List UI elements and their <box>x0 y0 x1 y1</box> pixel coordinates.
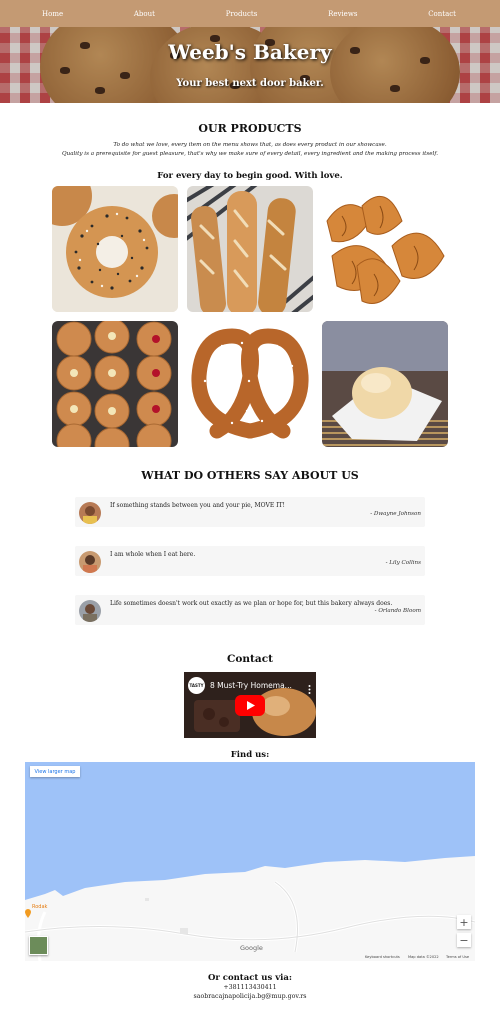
review-quote: I am whole when I eat here. <box>110 551 196 558</box>
google-map-embed[interactable]: View larger map Rodak Google + − Keyboar… <box>25 762 475 961</box>
top-nav: Home About Products Reviews Contact <box>0 0 500 27</box>
product-image-bagel <box>52 186 178 312</box>
nav-home-link[interactable]: Home <box>42 10 63 18</box>
channel-avatar[interactable]: TASTY <box>188 677 205 694</box>
more-options-icon[interactable] <box>308 680 311 694</box>
place-pin-icon[interactable] <box>25 903 31 918</box>
hero-banner: Weeb's Bakery Your best next door baker. <box>0 27 500 103</box>
reviews-heading: WHAT DO OTHERS SAY ABOUT US <box>141 469 359 482</box>
contact-via-heading: Or contact us via: <box>207 973 293 983</box>
product-image-donuts <box>52 321 178 447</box>
review-quote: If something stands between you and your… <box>110 502 285 509</box>
youtube-play-icon[interactable] <box>235 695 265 716</box>
contact-heading: Contact <box>227 653 273 665</box>
review-quote: Life sometimes doesn't work out exactly … <box>110 600 393 607</box>
contact-phone[interactable]: +381113430411 <box>0 984 500 991</box>
view-larger-map-button[interactable]: View larger map <box>30 766 80 777</box>
review-card: If something stands between you and your… <box>75 497 425 527</box>
nav-reviews-link[interactable]: Reviews <box>328 10 357 18</box>
review-card: Life sometimes doesn't work out exactly … <box>75 595 425 625</box>
video-title[interactable]: 8 Must-Try Homema... <box>210 681 292 690</box>
hero-subtitle: Your best next door baker. <box>176 78 324 89</box>
find-us-heading: Find us: <box>230 750 270 760</box>
terms-of-use-link[interactable]: Terms of Use <box>446 955 469 959</box>
keyboard-shortcuts-link[interactable]: Keyboard shortcuts <box>365 955 400 959</box>
google-logo: Google <box>240 944 263 952</box>
products-intro-line-1: To do what we love, every item on the me… <box>113 142 387 148</box>
review-author: - Dwayne Johnson <box>370 511 421 517</box>
product-image-pretzel <box>187 321 313 447</box>
zoom-out-button[interactable]: − <box>457 933 471 947</box>
reviewer-avatar <box>79 502 101 524</box>
review-author: - Orlando Bloom <box>374 608 421 614</box>
products-heading: OUR PRODUCTS <box>198 122 302 135</box>
review-author: - Lily Collins <box>385 560 421 566</box>
products-intro-line-2: Quality is a prerequisite for guest plea… <box>62 151 438 157</box>
nav-contact-link[interactable]: Contact <box>428 10 456 18</box>
products-tagline: For every day to begin good. With love. <box>157 171 343 181</box>
map-data-label: Map data ©2022 <box>408 955 439 959</box>
product-image-baguettes <box>187 186 313 312</box>
product-image-bread-roll <box>322 321 448 447</box>
youtube-video-embed[interactable]: TASTY 8 Must-Try Homema... <box>184 672 316 738</box>
contact-email[interactable]: saobracajnapolicija.bg@mup.gov.rs <box>0 993 500 1000</box>
product-image-croissants <box>322 186 448 312</box>
nav-products-link[interactable]: Products <box>226 10 258 18</box>
map-place-label: Rodak <box>32 904 48 910</box>
reviewer-avatar <box>79 600 101 622</box>
nav-about-link[interactable]: About <box>134 10 155 18</box>
hero-title: Weeb's Bakery <box>168 40 332 64</box>
zoom-in-button[interactable]: + <box>457 915 471 929</box>
reviewer-avatar <box>79 551 101 573</box>
review-card: I am whole when I eat here. - Lily Colli… <box>75 546 425 576</box>
satellite-toggle[interactable] <box>29 936 48 955</box>
